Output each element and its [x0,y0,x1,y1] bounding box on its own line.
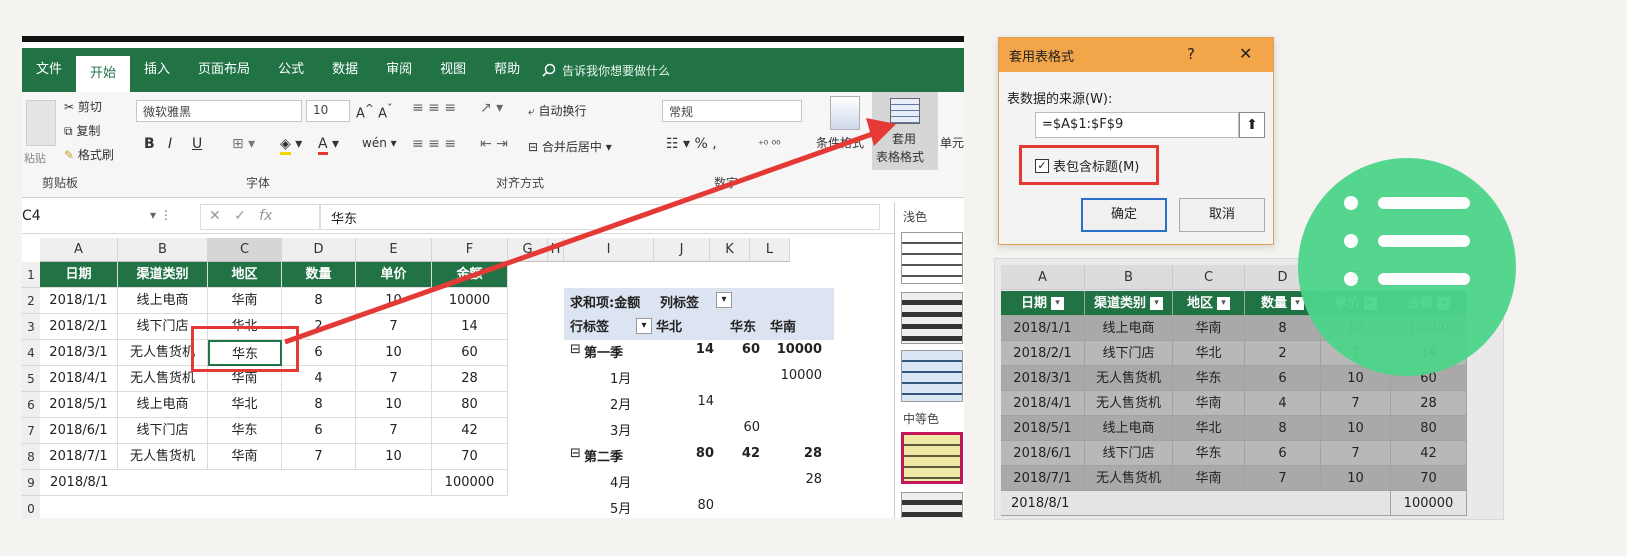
table-cell[interactable]: 6 [1245,366,1321,391]
table-cell[interactable]: 无人售货机 [1085,366,1173,391]
list-bullet [1344,196,1358,210]
table-cell[interactable]: 2018/2/1 [1001,341,1085,366]
table-cell[interactable]: 华北 [1173,341,1245,366]
table-cell[interactable]: 2018/6/1 [1001,441,1085,466]
table-cell[interactable]: 无人售货机 [1085,466,1173,491]
dialog-title: 套用表格式 [1009,50,1075,65]
table-cell[interactable]: 4 [1245,391,1321,416]
table-cell[interactable]: 70 [1391,466,1467,491]
ok-button[interactable]: 确定 [1081,198,1167,232]
filter-dropdown-icon[interactable]: ▾ [1150,297,1163,310]
total-date-cell[interactable]: 2018/8/1 [1001,491,1391,516]
column-header-C[interactable]: C [1173,265,1245,290]
table-cell[interactable]: 10 [1321,416,1391,441]
cell-highlight-box [191,326,299,372]
table-cell[interactable]: 华南 [1173,316,1245,341]
range-input[interactable]: =$A$1:$F$9 [1035,112,1239,138]
arrow-head [866,118,896,146]
table-cell[interactable]: 无人售货机 [1085,391,1173,416]
list-bullet [1344,272,1358,286]
table-cell[interactable]: 2018/3/1 [1001,366,1085,391]
table-header-cell[interactable]: 日期 ▾ [1001,291,1085,316]
table-cell[interactable]: 10 [1321,466,1391,491]
table-cell[interactable]: 28 [1391,391,1467,416]
table-cell[interactable]: 线上电商 [1085,416,1173,441]
table-cell[interactable]: 华北 [1173,416,1245,441]
close-button[interactable]: ✕ [1239,44,1252,63]
table-cell[interactable]: 8 [1245,416,1321,441]
table-cell[interactable]: 8 [1245,316,1321,341]
column-header-B[interactable]: B [1085,265,1173,290]
table-cell[interactable]: 华东 [1173,441,1245,466]
help-button[interactable]: ? [1187,45,1195,63]
range-collapse-icon[interactable]: ⬆ [1239,112,1265,138]
table-cell[interactable]: 7 [1321,441,1391,466]
checkbox-checked-icon: ✓ [1035,158,1049,173]
table-cell[interactable]: 7 [1245,466,1321,491]
table-cell[interactable]: 2 [1245,341,1321,366]
dialog-titlebar: 套用表格式 ? ✕ [999,38,1273,72]
table-cell[interactable]: 2018/1/1 [1001,316,1085,341]
filter-dropdown-icon[interactable]: ▾ [1051,297,1064,310]
table-cell[interactable]: 80 [1391,416,1467,441]
column-header-A[interactable]: A [1001,265,1085,290]
total-amount-cell[interactable]: 100000 [1391,491,1467,516]
arrow-shaft [284,129,879,345]
table-header-cell[interactable]: 地区 ▾ [1173,291,1245,316]
table-cell[interactable]: 线下门店 [1085,341,1173,366]
table-cell[interactable]: 华南 [1173,391,1245,416]
table-cell[interactable]: 线上电商 [1085,316,1173,341]
has-headers-checkbox[interactable]: ✓ 表包含标题(M) [1035,156,1139,175]
table-cell[interactable]: 42 [1391,441,1467,466]
table-cell[interactable]: 6 [1245,441,1321,466]
filter-dropdown-icon[interactable]: ▾ [1217,297,1230,310]
source-label: 表数据的来源(W): [1007,92,1113,107]
table-cell[interactable]: 2018/5/1 [1001,416,1085,441]
table-cell[interactable]: 2018/4/1 [1001,391,1085,416]
list-bullet [1344,234,1358,248]
table-cell[interactable]: 华东 [1173,366,1245,391]
table-cell[interactable]: 华南 [1173,466,1245,491]
screenshot-root: { "ribbon": { "tabs": ["文件","开始","插入","页… [0,0,1627,556]
list-icon [1298,158,1516,376]
table-cell[interactable]: 线下门店 [1085,441,1173,466]
list-line [1378,235,1470,247]
cancel-button[interactable]: 取消 [1179,198,1265,232]
list-line [1378,197,1470,209]
table-cell[interactable]: 7 [1321,391,1391,416]
list-line [1378,273,1470,285]
format-as-table-dialog: 套用表格式 ? ✕ 表数据的来源(W): =$A$1:$F$9 ⬆ ✓ 表包含标… [998,37,1274,245]
table-cell[interactable]: 2018/7/1 [1001,466,1085,491]
has-headers-label: 表包含标题(M) [1053,160,1140,175]
table-header-cell[interactable]: 渠道类别 ▾ [1085,291,1173,316]
